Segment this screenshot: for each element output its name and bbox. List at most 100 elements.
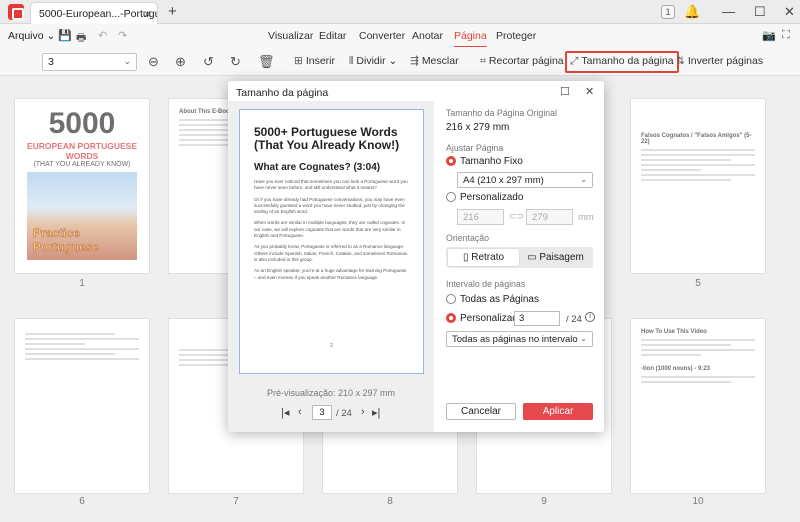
chevron-down-icon: ⌄ — [123, 56, 131, 66]
preview-paragraph: Or if you have already had Portuguese co… — [254, 196, 405, 215]
prev-page-icon[interactable]: ‹ — [298, 406, 302, 418]
first-page-icon[interactable]: |◂ — [281, 406, 289, 419]
fixed-size-select[interactable]: A4 (210 x 297 mm) ⌄ — [457, 172, 593, 188]
preview-caption: Pré-visualização: 210 x 297 mm — [266, 388, 396, 398]
settings-panel: Tamanho da Página Original 216 x 279 mm … — [446, 81, 604, 432]
inserir-label: Inserir — [305, 55, 335, 67]
radio-personalizado-range[interactable] — [446, 313, 456, 323]
dialog-title: Tamanho da página — [236, 87, 329, 99]
preview-page-number: 2 — [330, 343, 333, 349]
dividir-button[interactable]: ⫴ Dividir ⌄ — [345, 52, 401, 72]
page-size-dialog: Tamanho da página ☐ ✕ 5000+ Portuguese W… — [228, 81, 604, 432]
preview-paragraph: When words are similar in multiple langu… — [254, 220, 406, 239]
page-number-value: 3 — [48, 56, 54, 68]
orientation-label: Orientação — [446, 233, 490, 243]
split-icon: ⫴ — [349, 55, 354, 67]
preview-paragraph: As you probably know, Portuguese is refe… — [254, 244, 408, 262]
recortar-label: Recortar página — [488, 55, 564, 67]
insert-icon: ⊞ — [294, 55, 303, 67]
save-icon[interactable]: 💾 — [58, 29, 72, 42]
rotate-left-icon[interactable]: ↺ — [203, 54, 214, 70]
tamanho-pagina-button[interactable]: ⤢ Tamanho da página — [565, 51, 679, 73]
range-select[interactable]: Todas as páginas no intervalo ⌄ — [446, 331, 593, 347]
tab-converter[interactable]: Converter — [359, 30, 405, 42]
inverter-label: Inverter páginas — [687, 55, 764, 67]
next-page-icon[interactable]: › — [361, 406, 365, 418]
range-total: / 24 — [566, 314, 582, 325]
info-icon[interactable]: i — [585, 312, 595, 322]
page-range-label: Intervalo de páginas — [446, 279, 526, 289]
redo-icon[interactable]: ↷ — [118, 29, 127, 42]
preview-paragraph: As an English speaker, you're at a huge … — [254, 268, 407, 280]
unit-label: mm — [578, 212, 594, 223]
minimize-icon[interactable]: — — [722, 4, 735, 19]
last-page-icon[interactable]: ▸| — [372, 406, 380, 419]
menu-arquivo[interactable]: Arquivo ⌄ — [8, 30, 55, 42]
preview-page-total: / 24 — [336, 408, 352, 419]
cancel-button[interactable]: Cancelar — [446, 403, 516, 420]
crop-icon: ⌗ — [480, 55, 486, 67]
radio-personalizado-size[interactable] — [446, 192, 456, 202]
print-icon[interactable]: 🖶 — [76, 29, 86, 48]
portrait-label: Retrato — [471, 252, 505, 263]
original-size-label: Tamanho da Página Original — [446, 108, 558, 118]
tab-editar[interactable]: Editar — [319, 30, 346, 42]
mesclar-button[interactable]: ⇶ Mesclar — [406, 52, 463, 72]
expand-icon[interactable]: ⛶ — [782, 29, 790, 42]
menu-bar: Arquivo ⌄ 💾 🖶 ↶ ↷ Visualizar Editar Conv… — [0, 24, 800, 48]
document-tab[interactable]: 5000-European...-Portuguese * × — [30, 2, 158, 24]
app-logo-icon — [8, 4, 24, 20]
landscape-button[interactable]: ▭ Paisagem — [520, 249, 591, 266]
link-icon[interactable]: ⊂⊃ — [509, 211, 524, 222]
portrait-button[interactable]: ▯ Retrato — [448, 249, 519, 266]
adjust-page-label: Ajustar Página — [446, 143, 504, 153]
delete-icon[interactable]: 🗑 — [258, 54, 275, 70]
menu-arquivo-label: Arquivo — [8, 30, 44, 42]
zoom-in-icon[interactable]: ⊕ — [175, 54, 186, 70]
new-tab-icon[interactable]: + — [168, 3, 177, 20]
chevron-down-icon: ⌄ — [580, 334, 587, 343]
maximize-icon[interactable]: ☐ — [754, 4, 766, 20]
inserir-button[interactable]: ⊞ Inserir — [290, 52, 339, 72]
dividir-label: Dividir — [356, 55, 386, 67]
range-input[interactable]: 3 — [514, 311, 560, 326]
bell-icon[interactable]: 🔔 — [684, 4, 700, 20]
preview-page-input[interactable]: 3 — [312, 405, 332, 420]
radio-personalizado-size-label[interactable]: Personalizado — [460, 192, 523, 203]
custom-width-input[interactable]: 216 — [457, 209, 504, 225]
preview-heading: What are Cognates? (3:04) — [254, 162, 381, 173]
radio-todas-paginas-label[interactable]: Todas as Páginas — [460, 294, 539, 305]
tab-visualizar[interactable]: Visualizar — [268, 30, 313, 42]
page-number-select[interactable]: 3 ⌄ — [42, 53, 137, 71]
radio-tamanho-fixo-label[interactable]: Tamanho Fixo — [460, 156, 523, 167]
page-toolbar: 3 ⌄ ⊖ ⊕ ↺ ↻ 🗑 ⊞ Inserir ⫴ Dividir ⌄ ⇶ Mescl… — [0, 47, 800, 76]
rotate-right-icon[interactable]: ↻ — [230, 54, 241, 70]
recortar-button[interactable]: ⌗ Recortar página — [476, 52, 568, 72]
landscape-label: Paisagem — [539, 252, 584, 263]
mesclar-label: Mesclar — [421, 55, 459, 67]
inverter-button[interactable]: ⇅ Inverter páginas — [672, 52, 767, 72]
zoom-out-icon[interactable]: ⊖ — [148, 54, 159, 70]
preview-paragraph: Have you ever noticed that sometimes you… — [254, 179, 408, 191]
close-window-icon[interactable]: ✕ — [784, 4, 795, 20]
chevron-down-icon: ⌄ — [46, 30, 56, 42]
preview-page: 5000+ Portuguese Words (That You Already… — [239, 109, 424, 374]
tab-pagina[interactable]: Página — [454, 30, 487, 48]
tab-proteger[interactable]: Proteger — [496, 30, 536, 42]
radio-todas-paginas[interactable] — [446, 294, 456, 304]
camera-icon[interactable]: 📷 — [762, 29, 776, 42]
original-size-value: 216 x 279 mm — [446, 122, 510, 133]
document-tab-title: 5000-European...-Portuguese * — [39, 8, 157, 20]
undo-icon[interactable]: ↶ — [98, 29, 107, 42]
radio-tamanho-fixo[interactable] — [446, 156, 456, 166]
tab-anotar[interactable]: Anotar — [412, 30, 443, 42]
merge-icon: ⇶ — [410, 55, 419, 67]
title-bar: 5000-European...-Portuguese * × + 1 🔔 — … — [0, 0, 800, 24]
tab-close-icon[interactable]: × — [144, 7, 151, 21]
apply-button[interactable]: Aplicar — [523, 403, 593, 420]
resize-icon: ⤢ — [570, 55, 579, 67]
reverse-icon: ⇅ — [676, 55, 685, 67]
custom-height-input[interactable]: 279 — [526, 209, 573, 225]
page-count-badge[interactable]: 1 — [661, 5, 675, 19]
preview-pane: 5000+ Portuguese Words (That You Already… — [228, 101, 434, 432]
